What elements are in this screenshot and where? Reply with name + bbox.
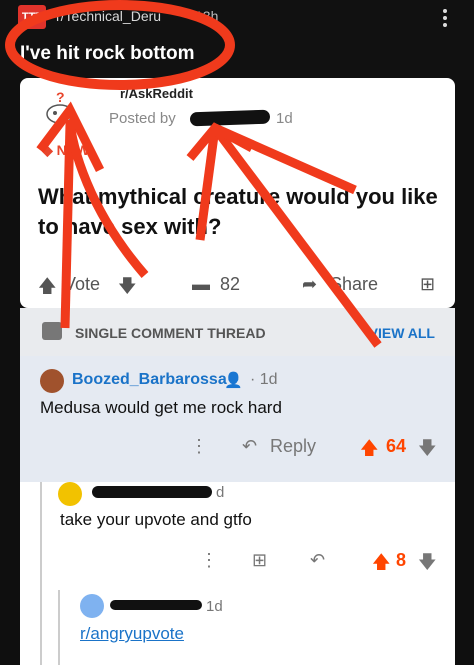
comment-actions: ⋮ ⊞ ↶ 🡅 8 🡇 bbox=[20, 550, 455, 574]
single-thread-bar: SINGLE COMMENT THREAD VIEW ALL bbox=[20, 308, 455, 356]
comment-score: 8 bbox=[396, 550, 407, 570]
screenshot-root: TTT r/Technical_Deru 13h I've hit rock b… bbox=[0, 0, 474, 665]
comment-reply: d take your upvote and gtfo ⋮ ⊞ ↶ 🡅 8 🡇 … bbox=[20, 482, 455, 665]
award-icon[interactable]: ⊞ bbox=[252, 550, 267, 571]
reply-icon[interactable]: ↶ bbox=[310, 550, 325, 571]
comment-time-suffix: d bbox=[216, 484, 225, 501]
subreddit-name[interactable]: r/Technical_Deru bbox=[56, 8, 161, 24]
svg-text:?: ? bbox=[56, 90, 65, 105]
downvote-icon[interactable]: 🡇 bbox=[418, 436, 437, 466]
post-title[interactable]: I've hit rock bottom bbox=[20, 43, 194, 65]
chat-icon bbox=[42, 322, 62, 340]
crosspost-title[interactable]: What mythical creature would you like to… bbox=[38, 182, 448, 242]
post-header: TTT r/Technical_Deru 13h I've hit rock b… bbox=[0, 0, 474, 80]
crosspost-card[interactable]: ? r/AskReddit Posted by 1d ◆ NEW What my… bbox=[20, 78, 455, 308]
avatar[interactable] bbox=[58, 482, 82, 506]
subreddit-link[interactable]: r/angryupvote bbox=[80, 624, 184, 644]
share-label[interactable]: Share bbox=[330, 274, 378, 295]
new-badge: ◆ NEW bbox=[42, 142, 90, 158]
post-time: 13h bbox=[195, 8, 219, 24]
redacted-username bbox=[110, 600, 202, 610]
reply-icon[interactable]: ↶ bbox=[242, 436, 257, 457]
comment-score: 64 bbox=[386, 436, 407, 456]
comment-body: Medusa would get me rock hard bbox=[40, 398, 282, 417]
comment-username[interactable]: Boozed_Barbarossa bbox=[72, 371, 227, 389]
upvote-icon[interactable]: 🡅 bbox=[38, 274, 57, 304]
view-all-link[interactable]: VIEW ALL bbox=[369, 325, 435, 341]
comment-count[interactable]: 82 bbox=[220, 274, 240, 295]
subreddit-avatar[interactable]: TTT bbox=[18, 5, 46, 29]
downvote-icon[interactable]: 🡇 bbox=[118, 274, 137, 304]
thread-line bbox=[58, 590, 60, 665]
comment-icon[interactable]: ▬ bbox=[192, 274, 210, 295]
posted-by-label: Posted by bbox=[109, 110, 176, 127]
new-badge-label: NEW bbox=[56, 142, 90, 158]
more-options-icon[interactable]: ⋮ bbox=[190, 436, 208, 457]
share-icon[interactable]: ➦ bbox=[302, 274, 317, 295]
op-person-icon: 👤 bbox=[224, 372, 243, 389]
crosspost-time: 1d bbox=[276, 110, 293, 127]
comment-highlighted: Boozed_Barbarossa 👤 · 1d Medusa would ge… bbox=[20, 356, 455, 482]
crosspost-actions: 🡅 Vote 🡇 ▬ 82 ➦ Share ⊞ bbox=[20, 274, 455, 298]
single-thread-label: SINGLE COMMENT THREAD bbox=[75, 325, 266, 341]
avatar[interactable] bbox=[40, 369, 64, 393]
comment-body: take your upvote and gtfo bbox=[60, 510, 252, 529]
redacted-username bbox=[189, 109, 271, 127]
downvote-icon[interactable]: 🡇 bbox=[418, 550, 437, 580]
award-icon[interactable]: ⊞ bbox=[420, 274, 435, 295]
reply-button[interactable]: Reply bbox=[270, 436, 316, 457]
crosspost-subreddit[interactable]: r/AskReddit bbox=[120, 86, 193, 101]
redacted-username bbox=[92, 486, 212, 498]
reddit-snoo-icon: ? bbox=[46, 90, 74, 124]
comment-actions: ⋮ ↶ Reply 🡅 64 🡇 bbox=[20, 436, 455, 460]
upvote-icon[interactable]: 🡅 bbox=[372, 550, 391, 580]
upvote-icon[interactable]: 🡅 bbox=[360, 436, 379, 466]
comment-time: · 1d bbox=[250, 371, 278, 388]
comment-time: 1d bbox=[206, 598, 223, 615]
vote-label: Vote bbox=[64, 274, 101, 294]
more-options-icon[interactable]: ⋮ bbox=[200, 550, 218, 571]
more-options-icon[interactable] bbox=[440, 6, 450, 30]
avatar[interactable] bbox=[80, 594, 104, 618]
